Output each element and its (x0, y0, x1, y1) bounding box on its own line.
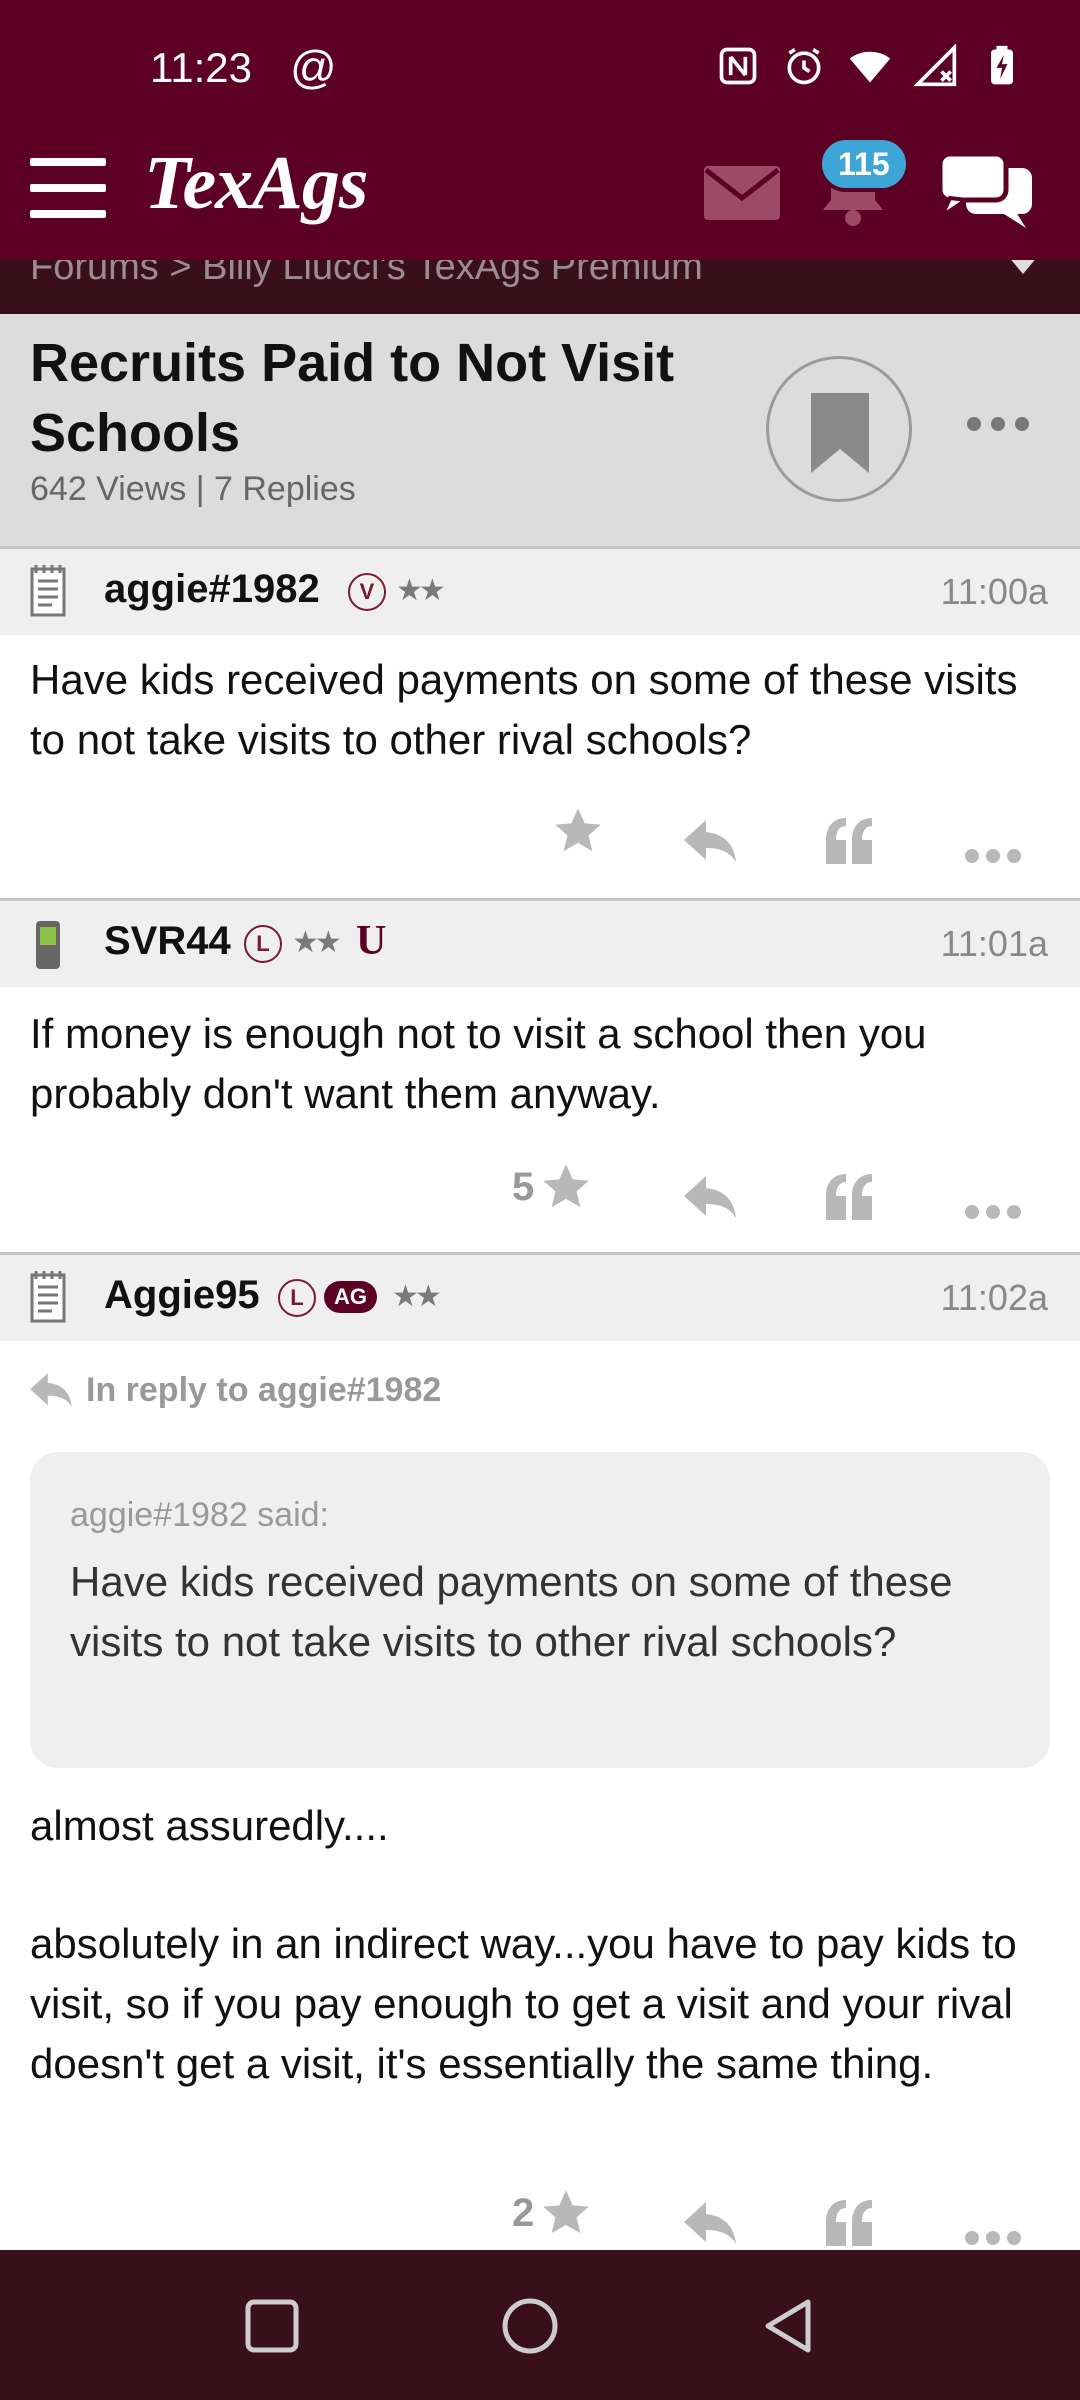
post-body: absolutely in an indirect way...you have… (30, 1920, 1017, 2087)
star-icon (543, 1164, 589, 1208)
reply-icon[interactable] (682, 2188, 738, 2258)
quote-icon[interactable] (824, 2188, 874, 2258)
ag-badge: AG (324, 1281, 377, 1313)
bookmark-button[interactable] (766, 356, 912, 502)
rank-stars: ★★ (392, 1280, 442, 1313)
post-body-line: almost assuredly.... (30, 1802, 389, 1849)
star-button[interactable]: 2 (512, 2178, 592, 2248)
back-button[interactable] (760, 2296, 820, 2356)
nfc-icon (719, 47, 757, 85)
system-nav-bar (0, 2250, 1080, 2400)
star-count: 5 (512, 1164, 535, 1209)
post-body: Have kids received payments on some of t… (30, 656, 1018, 763)
verified-badge: V (348, 573, 386, 611)
post-actions: 2 (0, 2178, 1080, 2248)
recents-button[interactable] (242, 2296, 302, 2356)
username[interactable]: aggie#1982 (104, 567, 320, 612)
in-reply-to-link[interactable]: In reply to aggie#1982 (28, 1370, 441, 1410)
stats-separator: | (195, 470, 205, 508)
topic-header: Recruits Paid to Not Visit Schools 642 V… (0, 314, 1080, 549)
lifetime-badge: L (244, 925, 282, 963)
topic-stats: 642 Views | 7 Replies (30, 470, 356, 509)
notepad-device-icon (30, 1271, 66, 1323)
more-options-icon[interactable] (964, 821, 1022, 891)
star-icon (543, 2190, 589, 2234)
breadcrumb-text[interactable]: Forums > Billy Liucci's TexAgs Premium (30, 260, 703, 289)
post-body: If money is enough not to visit a school… (30, 1010, 927, 1117)
quote-icon[interactable] (824, 1162, 874, 1232)
username[interactable]: SVR44 (104, 919, 231, 964)
post-time: 11:02a (940, 1277, 1048, 1318)
in-reply-to-text: In reply to aggie#1982 (86, 1370, 442, 1409)
post-header: aggie#1982 V ★★ 11:00a (0, 546, 1080, 635)
menu-icon[interactable] (30, 158, 106, 218)
quote-icon[interactable] (824, 806, 874, 876)
rank-stars: ★★ (292, 926, 342, 959)
star-button[interactable]: 5 (512, 1152, 592, 1222)
post-actions (0, 796, 1080, 866)
chat-icon[interactable] (936, 150, 1036, 230)
breadcrumb[interactable]: Forums > Billy Liucci's TexAgs Premium (0, 260, 1080, 314)
quote-text: Have kids received payments on some of t… (70, 1558, 953, 1665)
home-button[interactable] (500, 2296, 560, 2356)
post-time: 11:01a (940, 923, 1048, 964)
reply-icon (30, 1373, 72, 1407)
rank-stars: ★★ (396, 574, 446, 607)
reply-icon[interactable] (682, 806, 738, 876)
notepad-device-icon (30, 565, 66, 617)
mail-icon[interactable] (704, 166, 780, 220)
status-bar: 11:23 @ (0, 0, 1080, 140)
star-icon (555, 808, 601, 852)
username[interactable]: Aggie95 (104, 1273, 260, 1318)
wifi-icon (849, 51, 891, 83)
chevron-down-icon[interactable] (1006, 260, 1040, 286)
u-badge: U (356, 918, 387, 964)
status-at-icon: @ (290, 41, 337, 93)
page-title: Recruits Paid to Not Visit Schools (30, 333, 675, 463)
views-count: 642 Views (30, 470, 187, 508)
lifetime-badge: L (278, 1279, 316, 1317)
status-time: 11:23 (150, 44, 252, 91)
reply-icon[interactable] (682, 1162, 738, 1232)
signal-icon (914, 44, 957, 87)
post-actions: 5 (0, 1152, 1080, 1222)
more-options-icon[interactable] (966, 414, 1030, 434)
texags-logo[interactable]: TexAgs (144, 140, 368, 227)
status-icons (716, 44, 1024, 88)
replies-count: 7 Replies (214, 470, 356, 508)
more-options-icon[interactable] (964, 1177, 1022, 1247)
star-count: 2 (512, 2190, 535, 2235)
alarm-icon (787, 47, 821, 85)
app-header: TexAgs 115 (0, 136, 1080, 260)
post-header: Aggie95 L AG ★★ 11:02a (0, 1252, 1080, 1341)
phone-device-icon (36, 921, 60, 969)
battery-charging-icon (991, 45, 1013, 85)
notification-count-badge[interactable]: 115 (818, 136, 910, 192)
star-button[interactable] (546, 796, 604, 866)
quote-block: aggie#1982 said: Have kids received paym… (30, 1452, 1050, 1768)
bookmark-icon (811, 393, 869, 473)
post-header: SVR44 L ★★ U 11:01a (0, 898, 1080, 987)
quote-author: aggie#1982 said: (70, 1496, 330, 1534)
post-time: 11:00a (940, 571, 1048, 612)
